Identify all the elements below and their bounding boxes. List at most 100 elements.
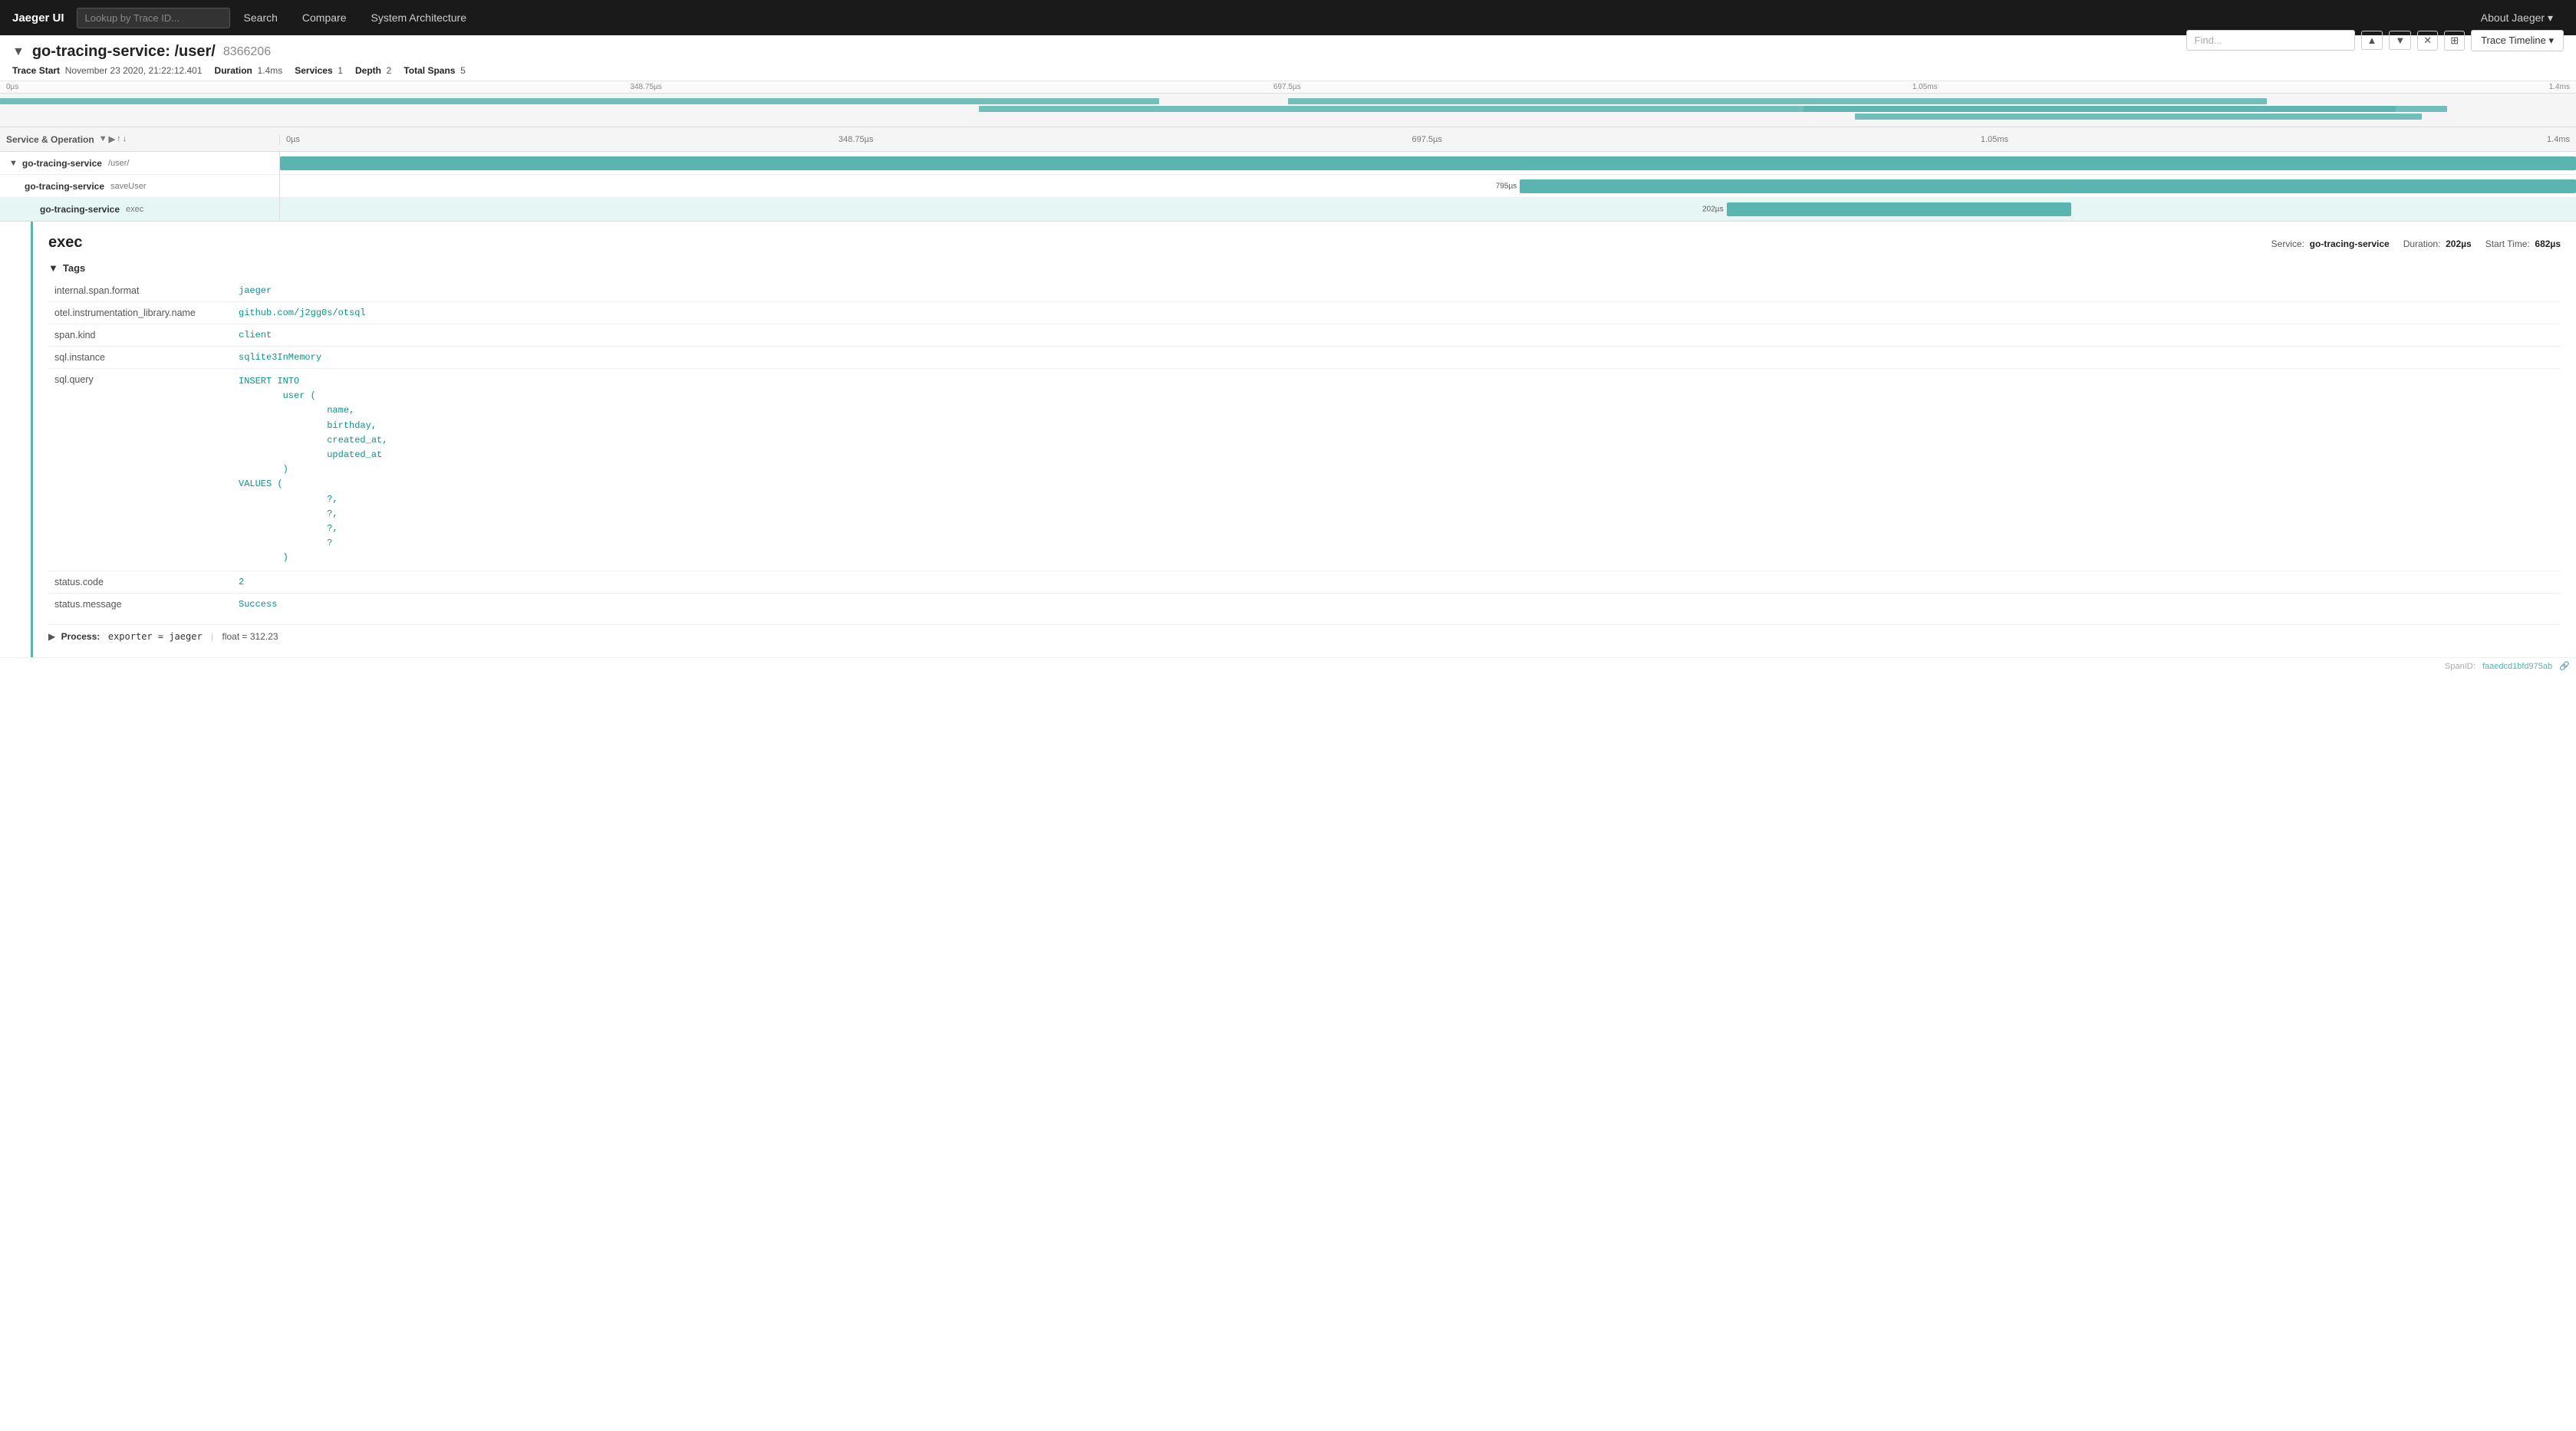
layout-button[interactable]: ⊞: [2444, 31, 2465, 51]
span-bar-wrapper-root: [280, 152, 2576, 174]
tag-key-2: span.kind: [48, 324, 232, 347]
tag-key-5: status.code: [48, 571, 232, 594]
service-op-label: Service & Operation: [6, 134, 94, 145]
nav-compare-link[interactable]: Compare: [292, 5, 357, 30]
duration-label-exec: 202µs: [1702, 205, 1723, 213]
brand-logo: Jaeger UI: [12, 12, 64, 25]
sql-query-value: INSERT INTO user ( name, birthday, creat…: [239, 374, 2555, 565]
find-close-button[interactable]: ✕: [2417, 31, 2438, 51]
tag-key-0: internal.span.format: [48, 280, 232, 302]
span-toggle-root[interactable]: ▼: [9, 159, 18, 168]
tag-row-0: internal.span.format jaeger: [48, 280, 2561, 302]
minimap-bars: [0, 94, 2576, 126]
tags-chevron-icon: ▼: [48, 262, 58, 274]
span-bar-exec: [1727, 202, 2071, 216]
find-up-button[interactable]: ▲: [2361, 31, 2383, 50]
span-label-saveUser[interactable]: go-tracing-service saveUser: [0, 175, 280, 197]
tag-key-6: status.message: [48, 594, 232, 616]
trace-controls: ▲ ▼ ✕ ⊞ Trace Timeline ▾: [2186, 30, 2564, 51]
tag-row-4: sql.query INSERT INTO user ( name, birth…: [48, 369, 2561, 571]
duration-meta: Duration 1.4ms: [215, 65, 283, 76]
trace-start-meta: Trace Start November 23 2020, 21:22:12.4…: [12, 65, 203, 76]
span-label-root[interactable]: ▼ go-tracing-service /user/: [0, 152, 280, 174]
columns-header: Service & Operation ▼ ▶ ↑ ↓ 0µs 348.75µs…: [0, 127, 2576, 152]
tl-label-2: 697.5µs: [1412, 135, 1442, 144]
span-row-saveUser[interactable]: go-tracing-service saveUser 795µs: [0, 175, 2576, 198]
find-down-button[interactable]: ▼: [2389, 31, 2411, 50]
span-op-root: /user/: [108, 159, 130, 168]
detail-start-meta: Start Time: 682µs: [2485, 238, 2561, 249]
depth-meta: Depth 2: [355, 65, 391, 76]
tag-key-3: sql.instance: [48, 347, 232, 369]
span-service-saveUser: go-tracing-service: [25, 181, 104, 192]
spanid-link[interactable]: faaedcd1bfd975ab: [2482, 662, 2552, 671]
process-kv: exporter = jaeger: [103, 631, 203, 642]
find-input[interactable]: [2186, 30, 2355, 51]
tags-section: ▼ Tags internal.span.format jaeger otel.…: [48, 262, 2561, 615]
span-op-exec: exec: [126, 205, 143, 214]
tag-row-6: status.message Success: [48, 594, 2561, 616]
tags-table: internal.span.format jaeger otel.instrum…: [48, 280, 2561, 615]
span-bar-root: [280, 156, 2576, 170]
span-service-exec: go-tracing-service: [40, 204, 120, 215]
span-timeline-root: [280, 152, 2576, 174]
ruler-2: 697.5µs: [1273, 83, 1301, 91]
span-bar-wrapper-saveUser: 795µs: [1520, 175, 2576, 197]
trace-title: ▼ go-tracing-service: /user/ 8366206: [12, 43, 271, 61]
trace-timeline-dropdown[interactable]: Trace Timeline ▾: [2471, 30, 2564, 51]
span-row-exec[interactable]: go-tracing-service exec 202µs: [0, 198, 2576, 221]
service-op-column-header: Service & Operation ▼ ▶ ↑ ↓: [0, 134, 280, 145]
tag-val-2: client: [232, 324, 2561, 347]
column-sort-icons[interactable]: ▼ ▶ ↑ ↓: [99, 134, 127, 144]
span-detail-name: exec: [48, 234, 83, 252]
process-type: float: [222, 631, 240, 642]
nav-search-link[interactable]: Search: [233, 5, 288, 30]
tag-row-5: status.code 2: [48, 571, 2561, 594]
tag-row-1: otel.instrumentation_library.name github…: [48, 302, 2561, 324]
minimap-bar-2: [1288, 98, 2267, 104]
nav-architecture-link[interactable]: System Architecture: [361, 5, 478, 30]
tag-key-1: otel.instrumentation_library.name: [48, 302, 232, 324]
minimap-bar-4: [1855, 113, 2422, 120]
process-separator: |: [211, 631, 213, 642]
span-row-root[interactable]: ▼ go-tracing-service /user/: [0, 152, 2576, 175]
ruler-1: 348.75µs: [630, 83, 661, 91]
tag-val-0: jaeger: [232, 280, 2561, 302]
ruler-0: 0µs: [6, 83, 18, 91]
duration-label-saveUser: 795µs: [1496, 182, 1517, 190]
sort-icon-1[interactable]: ▼: [99, 134, 107, 144]
tag-val-4: INSERT INTO user ( name, birthday, creat…: [232, 369, 2561, 571]
tag-val-3: sqlite3InMemory: [232, 347, 2561, 369]
span-bar-wrapper-exec: 202µs: [1727, 198, 2071, 220]
about-menu[interactable]: About Jaeger ▾: [2470, 5, 2564, 31]
tag-val-6: Success: [232, 594, 2561, 616]
tl-label-3: 1.05ms: [1981, 135, 2008, 144]
minimap-bar-0: [0, 98, 1159, 104]
span-timeline-saveUser: 795µs: [280, 175, 2576, 197]
collapse-icon[interactable]: ▼: [12, 45, 25, 59]
sort-icon-2[interactable]: ▶: [109, 134, 115, 144]
spanid-copy-icon[interactable]: 🔗: [2559, 662, 2570, 671]
ruler-3: 1.05ms: [1912, 83, 1938, 91]
sort-icon-4[interactable]: ↓: [123, 134, 127, 144]
detail-duration-meta: Duration: 202µs: [2403, 238, 2472, 249]
process-row[interactable]: ▶ Process: exporter = jaeger | float = 3…: [48, 624, 2561, 645]
span-detail-meta: Service: go-tracing-service Duration: 20…: [2271, 238, 2561, 249]
process-label: Process:: [61, 631, 100, 642]
span-detail-title-row: exec Service: go-tracing-service Duratio…: [48, 234, 2561, 252]
detail-service-meta: Service: go-tracing-service: [2271, 238, 2390, 249]
span-detail-inner: exec Service: go-tracing-service Duratio…: [31, 222, 2576, 657]
tags-label: Tags: [63, 262, 85, 274]
span-label-exec[interactable]: go-tracing-service exec: [0, 198, 280, 220]
tag-val-5: 2: [232, 571, 2561, 594]
tl-label-4: 1.4ms: [2547, 135, 2570, 144]
tag-row-3: sql.instance sqlite3InMemory: [48, 347, 2561, 369]
trace-id-input[interactable]: [77, 8, 230, 28]
tl-label-0: 0µs: [286, 135, 300, 144]
tags-toggle[interactable]: ▼ Tags: [48, 262, 2561, 274]
span-op-saveUser: saveUser: [110, 182, 146, 191]
sort-icon-3[interactable]: ↑: [117, 134, 121, 144]
process-toggle-icon[interactable]: ▶: [48, 631, 55, 642]
ruler-4: 1.4ms: [2549, 83, 2570, 91]
minimap-bar-3: [1804, 106, 2448, 112]
